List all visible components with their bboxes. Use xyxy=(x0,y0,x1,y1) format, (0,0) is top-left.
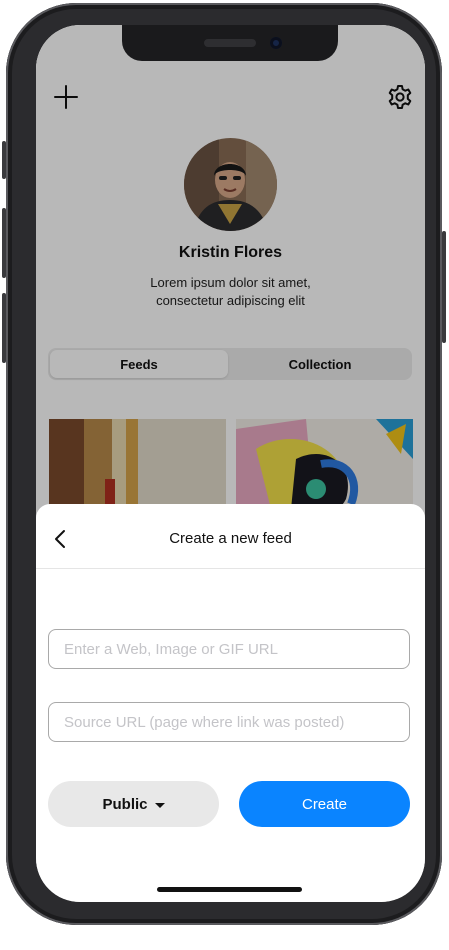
silent-switch xyxy=(2,141,6,179)
create-feed-sheet: Create a new feed Public Create xyxy=(36,504,425,902)
visibility-dropdown[interactable]: Public xyxy=(48,781,219,827)
phone-frame: Kristin Flores Lorem ipsum dolor sit ame… xyxy=(2,3,446,925)
url-input[interactable] xyxy=(48,629,410,669)
divider xyxy=(36,568,425,569)
front-camera xyxy=(270,37,282,49)
screen: Kristin Flores Lorem ipsum dolor sit ame… xyxy=(36,25,425,902)
power-button xyxy=(442,231,446,343)
caret-down-icon xyxy=(154,802,165,808)
create-button[interactable]: Create xyxy=(239,781,410,827)
notch xyxy=(122,25,338,61)
source-url-input[interactable] xyxy=(48,702,410,742)
sheet-title: Create a new feed xyxy=(169,530,292,547)
volume-up-button xyxy=(2,208,6,278)
visibility-label: Public xyxy=(102,795,148,813)
speaker-grille xyxy=(204,39,256,47)
home-indicator[interactable] xyxy=(157,887,302,892)
volume-down-button xyxy=(2,293,6,363)
